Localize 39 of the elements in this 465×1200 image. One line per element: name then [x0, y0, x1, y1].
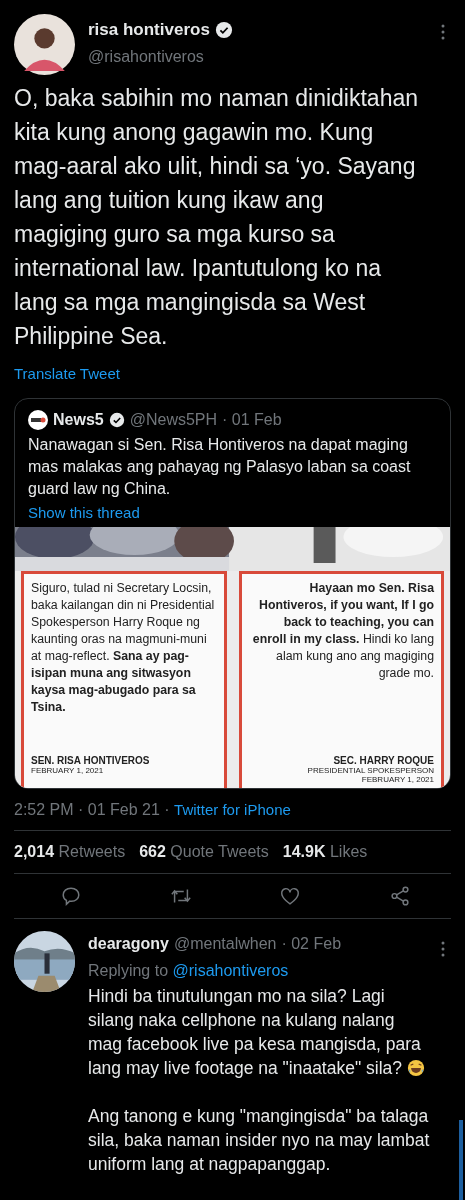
heart-icon[interactable]: [279, 885, 302, 907]
quote-text: Siguro, tulad ni Secretary Locsin, baka kailangan din ni Presidential Spokesperson Harry Roque ng kaunting oras na magmuni-muni at mag-reflect. Sana ay pag-isipan muna ang sitwasyon kaysa mag-abugado para sa Tsina.: [31, 580, 216, 716]
mention-link[interactable]: @risahontiveros: [172, 962, 289, 979]
verified-badge-icon: [214, 21, 233, 39]
reply-text: Ang tanong e kung "mangingisda" ba talaga sila, baka naman insider nyo na may lambat uniform lang at nagpapanggap.: [88, 1105, 431, 1176]
quoted-user-handle: @News5PH: [129, 411, 218, 429]
speaker-name: SEC. HARRY ROQUE: [333, 755, 434, 766]
source-link[interactable]: Twitter for iPhone: [174, 801, 291, 818]
stat-link[interactable]: 2,014 Retweets: [14, 843, 126, 861]
more-options-icon[interactable]: [441, 941, 445, 957]
avatar[interactable]: [14, 14, 75, 75]
share-icon[interactable]: [388, 885, 411, 907]
more-options-icon[interactable]: [441, 24, 445, 40]
quoted-tweet-text: Nanawagan si Sen. Risa Hontiveros na dapat maging mas malakas ang pahayag ng Palasyo laban sa coast guard law ng China.: [28, 435, 412, 499]
reply-text: Hindi ba tinutulungan mo na sila? Lagi silang naka cellphone na kulang nalang mag facebook live pa kesa mangisda, para lang may live footage na "inaatake" sila?: [88, 984, 433, 1080]
tweet-text: O, baka sabihin mo naman dinidiktahan kita kung anong gagawin mo. Kung mag-aaral ako ulit, hindi sa ‘yo. Sayang lang ang tuition kung ikaw ang magiging guro sa mga kurso sa international law. Ipantutulong ko na lang sa mga mangingisda sa West Philippine Sea.: [14, 84, 419, 351]
quoted-user-name: News5: [53, 411, 104, 429]
show-thread-link[interactable]: Show this thread: [28, 504, 437, 521]
speaker-detail: FEBRUARY 1, 2021: [31, 766, 104, 775]
translate-link[interactable]: Translate Tweet: [14, 365, 120, 382]
reply-date: · 02 Feb: [281, 935, 342, 953]
user-handle[interactable]: @risahontiveros: [88, 48, 428, 66]
user-handle: @mentalwhen: [173, 935, 277, 953]
reply-icon[interactable]: [60, 885, 82, 907]
stat-link[interactable]: 662 Quote Tweets: [139, 843, 269, 861]
replying-label: Replying to: [88, 962, 169, 979]
speaker-detail: FEBRUARY 1, 2021: [361, 775, 434, 784]
laughing-emoji-icon: [407, 1059, 425, 1077]
stat-link[interactable]: 14.9K Likes: [282, 843, 368, 861]
tweet-timestamp: 2:52 PM · 01 Feb 21 ·: [14, 801, 170, 818]
user-name[interactable]: dearagony: [88, 935, 169, 953]
news-logo-icon: [28, 410, 48, 430]
quoted-tweet[interactable]: [14, 398, 451, 789]
speaker-name: SEN. RISA HONTIVEROS: [31, 755, 150, 766]
user-name[interactable]: risa hontiveros: [88, 20, 210, 40]
speaker-detail: PRESIDENTIAL SPOKESPERSON: [307, 766, 434, 775]
quote-date: · 01 Feb: [222, 411, 282, 429]
verified-badge-icon: [108, 412, 125, 428]
quote-text: Hayaan mo Sen. Risa Hontiveros, if you want, If I go back to teaching, you can enroll in my class. Hindi ko lang alam kung ano ang magiging grade mo.: [251, 580, 434, 682]
